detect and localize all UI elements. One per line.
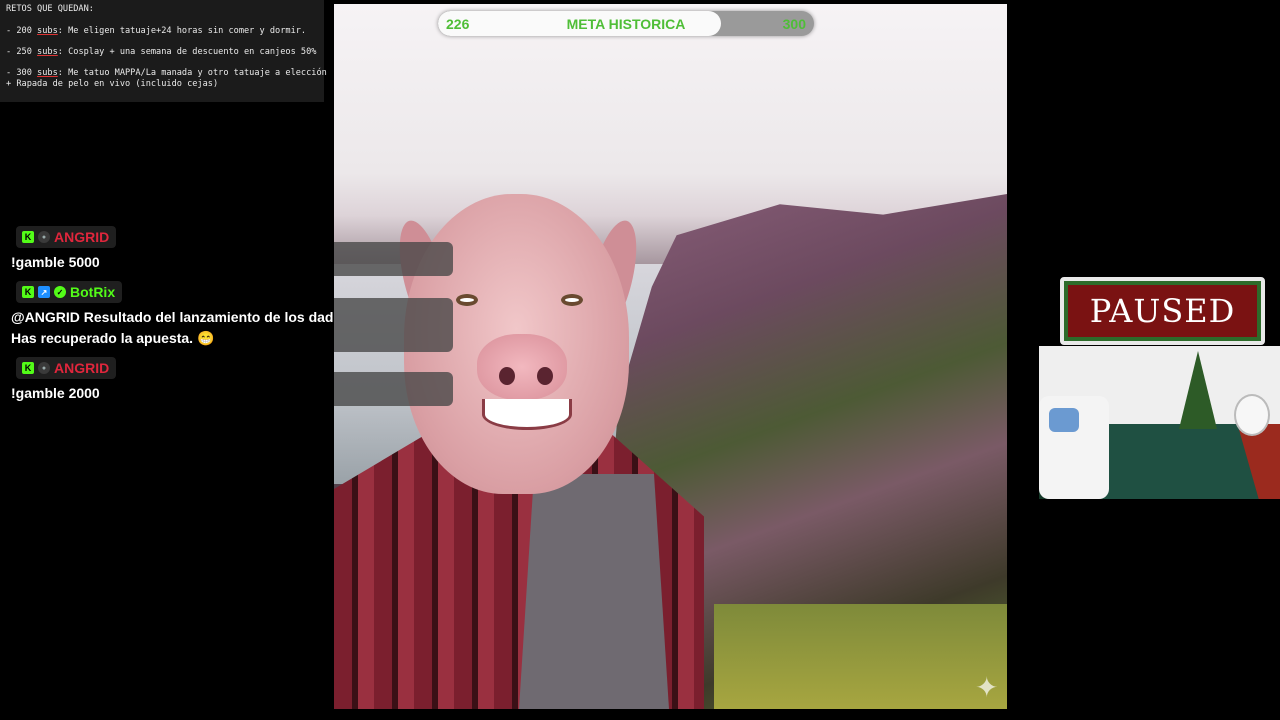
eye-left [456, 294, 478, 306]
goal-target: 300 [782, 16, 806, 32]
grey-tshirt [519, 474, 669, 709]
sparkle-icon: ✦ [975, 672, 999, 703]
overlay-box [334, 298, 453, 352]
chat-feed: K ● ANGRID !gamble 5000 K ↗ ✓ BotRix @AN… [10, 226, 390, 412]
verified-icon: ✓ [54, 286, 66, 298]
chat-message: K ● ANGRID !gamble 5000 [10, 226, 390, 273]
bot-icon: ↗ [38, 286, 50, 298]
grass-foreground [714, 604, 1007, 709]
nostril-right [537, 367, 553, 385]
goals-panel: RETOS QUE QUEDAN: - 200 subs: Me eligen … [0, 0, 327, 102]
main-video: 226 META HISTORICA 300 ✦ [334, 4, 1007, 709]
webcam-feed [1039, 346, 1280, 499]
nostril-left [499, 367, 515, 385]
chat-username[interactable]: BotRix [70, 284, 115, 300]
kick-icon: K [22, 286, 34, 298]
blue-pillow [1049, 408, 1079, 432]
goal-progress-bar: 226 META HISTORICA 300 [438, 11, 814, 36]
paused-banner: PAUSED [1060, 277, 1265, 345]
gift-icon: ● [38, 231, 50, 243]
paused-label: PAUSED [1089, 292, 1236, 330]
kick-icon: K [22, 231, 34, 243]
chat-message: K ● ANGRID !gamble 2000 [10, 357, 390, 404]
kick-icon: K [22, 362, 34, 374]
goal-item-300-continuation: + Rapada de pelo en vivo (incluido cejas… [6, 79, 219, 89]
pig-snout [477, 334, 567, 400]
goal-item-250: - 250 subs: Cosplay + una semana de desc… [6, 47, 317, 57]
gift-icon: ● [38, 362, 50, 374]
chat-username[interactable]: ANGRID [54, 360, 109, 376]
goal-title: META HISTORICA [566, 16, 686, 32]
smile [482, 399, 572, 430]
eye-right [561, 294, 583, 306]
fan [1234, 394, 1270, 436]
chat-username-badge[interactable]: K ● ANGRID [16, 357, 117, 379]
goals-title: RETOS QUE QUEDAN: [6, 4, 94, 14]
chat-username-badge[interactable]: K ↗ ✓ BotRix [16, 281, 123, 303]
chat-username-badge[interactable]: K ● ANGRID [16, 226, 117, 248]
goal-item-300: - 300 subs: Me tatuo MAPPA/La manada y o… [6, 68, 327, 78]
chat-username[interactable]: ANGRID [54, 229, 109, 245]
overlay-box [334, 242, 453, 276]
goal-item-200: - 200 subs: Me eligen tatuaje+24 horas s… [6, 26, 307, 36]
overlay-box [334, 372, 453, 406]
chat-message: K ↗ ✓ BotRix @ANGRID Resultado del lanza… [10, 281, 390, 349]
